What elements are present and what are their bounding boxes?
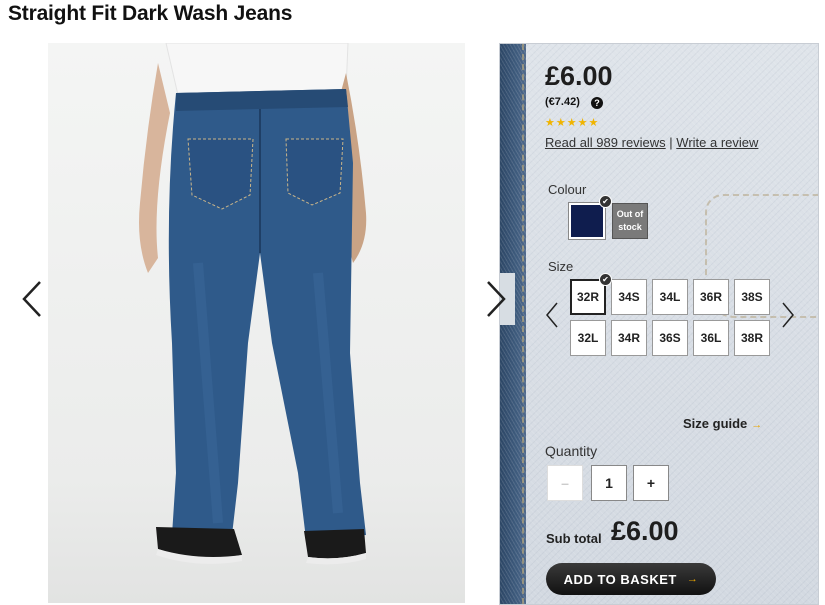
size-option-34s[interactable]: 34S <box>611 279 647 315</box>
size-prev-arrow-icon[interactable] <box>545 301 559 329</box>
quantity-input[interactable]: 1 <box>591 465 627 501</box>
size-guide-label: Size guide <box>683 416 748 431</box>
reviews-separator: | <box>665 135 677 150</box>
previous-image-arrow-icon[interactable] <box>20 279 44 319</box>
colour-label: Colour <box>548 182 587 197</box>
size-next-arrow-icon[interactable] <box>781 301 795 329</box>
size-option-38r[interactable]: 38R <box>734 320 770 356</box>
selected-check-icon: ✔ <box>599 195 612 208</box>
reviews-line: Read all 989 reviews | Write a review <box>545 135 758 150</box>
rating-stars: ★★★★★ <box>545 117 600 129</box>
product-price-euro: (€7.42) <box>545 96 580 108</box>
size-option-36s[interactable]: 36S <box>652 320 688 356</box>
write-review-link[interactable]: Write a review <box>676 135 758 150</box>
product-title: Straight Fit Dark Wash Jeans <box>8 2 293 25</box>
product-price: £6.00 <box>545 61 613 91</box>
size-option-38s[interactable]: 38S <box>734 279 770 315</box>
stitch-decoration <box>522 44 524 604</box>
size-option-36r[interactable]: 36R <box>693 279 729 315</box>
arrow-right-icon: → <box>751 419 763 431</box>
size-label: Size <box>548 259 574 274</box>
subtotal-label: Sub total <box>546 531 602 546</box>
add-to-basket-button[interactable]: ADD TO BASKET → <box>546 563 716 595</box>
arrow-right-icon: → <box>686 573 699 585</box>
next-image-arrow-icon[interactable] <box>484 279 508 319</box>
quantity-decrease-button[interactable]: – <box>547 465 583 501</box>
jeans-photo <box>139 43 367 565</box>
colour-swatch-out-of-stock[interactable]: Out of stock <box>612 203 648 239</box>
add-to-basket-label: ADD TO BASKET <box>563 571 677 587</box>
size-options: 32R 34S 34L 36R 38S 32L 34R 36S 36L 38R <box>570 279 774 356</box>
size-option-34l[interactable]: 34L <box>652 279 688 315</box>
size-selected-check-icon: ✔ <box>599 273 612 286</box>
size-guide-link[interactable]: Size guide → <box>683 416 762 431</box>
product-info-panel: £6.00 (€7.42) ? ★★★★★ Read all 989 revie… <box>499 43 819 605</box>
size-option-32l[interactable]: 32L <box>570 320 606 356</box>
help-icon[interactable]: ? <box>591 97 603 109</box>
subtotal-value: £6.00 <box>611 516 679 546</box>
product-image <box>48 43 465 603</box>
read-reviews-link[interactable]: Read all 989 reviews <box>545 135 666 150</box>
size-option-36l[interactable]: 36L <box>693 320 729 356</box>
colour-swatch-navy[interactable] <box>568 202 606 240</box>
quantity-increase-button[interactable]: + <box>633 465 669 501</box>
size-option-34r[interactable]: 34R <box>611 320 647 356</box>
quantity-label: Quantity <box>545 443 598 459</box>
